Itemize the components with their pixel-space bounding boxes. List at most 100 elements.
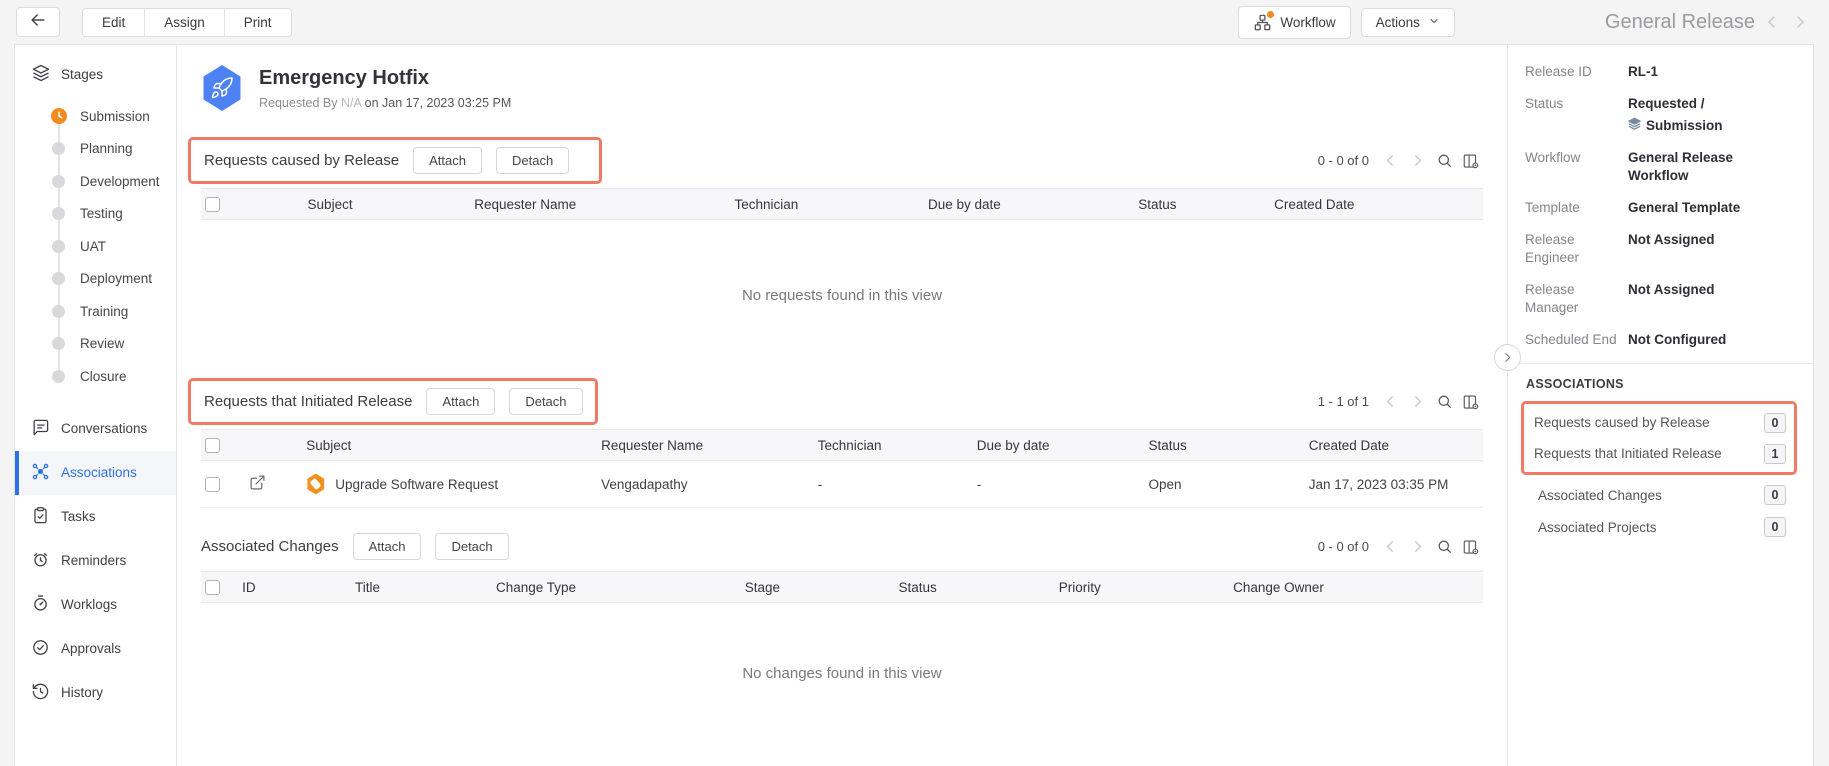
search-icon[interactable] [1434, 392, 1454, 412]
stage-item-testing[interactable]: Testing [15, 198, 176, 231]
next-page-icon[interactable] [1407, 537, 1427, 557]
sidebar-item-associations[interactable]: Associations [15, 451, 176, 495]
column-header[interactable]: Technician [730, 189, 924, 220]
section-associated-changes-header: Associated Changes Attach Detach 0 - 0 o… [201, 526, 1483, 567]
column-header[interactable]: Subject [304, 189, 471, 220]
attach-button[interactable]: Attach [413, 147, 482, 174]
attach-button[interactable]: Attach [353, 533, 422, 560]
field-workflow: Workflow General Release Workflow [1525, 149, 1797, 185]
previous-page-icon[interactable] [1380, 151, 1400, 171]
previous-page-icon[interactable] [1380, 537, 1400, 557]
request-row[interactable]: Upgrade Software Request Vengadapathy - … [201, 461, 1483, 508]
stage-item-training[interactable]: Training [15, 295, 176, 328]
sidebar-item-tasks[interactable]: Tasks [15, 495, 176, 539]
stage-item-closure[interactable]: Closure [15, 360, 176, 393]
sidebar-item-approvals[interactable]: Approvals [15, 627, 176, 671]
column-header[interactable]: Status [895, 572, 1055, 603]
attach-button[interactable]: Attach [426, 388, 495, 415]
workspace: Stages Submission Planning Development [14, 44, 1814, 766]
count-badge[interactable]: 0 [1764, 517, 1786, 537]
top-toolbar: Edit Assign Print Workflow Actions Gener… [0, 0, 1829, 44]
column-header[interactable]: Change Type [492, 572, 741, 603]
column-header[interactable]: Due by date [924, 189, 1134, 220]
detach-button[interactable]: Detach [509, 388, 582, 415]
stage-item-planning[interactable]: Planning [15, 133, 176, 166]
section-requests-caused-header: Requests caused by Release Attach Detach… [201, 137, 1483, 184]
stage-current-clock-icon [51, 108, 67, 124]
detach-button[interactable]: Detach [496, 147, 569, 174]
column-settings-icon[interactable] [1461, 392, 1481, 412]
stage-item-review[interactable]: Review [15, 328, 176, 361]
open-in-new-icon[interactable] [249, 479, 266, 494]
select-all-checkbox[interactable] [205, 580, 220, 595]
column-header[interactable]: Status [1145, 430, 1305, 461]
print-button[interactable]: Print [225, 9, 291, 36]
next-page-icon[interactable] [1407, 151, 1427, 171]
conversations-icon [31, 418, 50, 440]
pagination-range: 0 - 0 of 0 [1318, 153, 1369, 168]
requester-name-cell: Vengadapathy [597, 461, 814, 508]
sidebar-item-history[interactable]: History [15, 671, 176, 715]
status-cell: Open [1145, 461, 1305, 508]
detach-button[interactable]: Detach [435, 533, 508, 560]
column-settings-icon[interactable] [1461, 537, 1481, 557]
actions-button[interactable]: Actions [1361, 8, 1455, 37]
panel-collapse-button[interactable] [1494, 344, 1521, 371]
approvals-icon [31, 638, 50, 660]
previous-record-icon[interactable] [1761, 11, 1783, 33]
column-header[interactable]: Priority [1055, 572, 1229, 603]
request-subject-link[interactable]: Upgrade Software Request [335, 477, 498, 492]
search-icon[interactable] [1434, 537, 1454, 557]
count-badge[interactable]: 0 [1764, 485, 1786, 505]
next-record-icon[interactable] [1789, 11, 1811, 33]
sidebar-item-worklogs[interactable]: Worklogs [15, 583, 176, 627]
workflow-button[interactable]: Workflow [1238, 6, 1350, 39]
stage-pending-dot [52, 240, 65, 253]
column-settings-icon[interactable] [1461, 151, 1481, 171]
field-release-id: Release ID RL-1 [1525, 63, 1797, 81]
previous-page-icon[interactable] [1380, 392, 1400, 412]
select-all-checkbox[interactable] [205, 438, 220, 453]
column-header[interactable]: Stage [741, 572, 895, 603]
column-header[interactable]: Title [351, 572, 492, 603]
column-header[interactable]: Created Date [1305, 430, 1483, 461]
count-badge[interactable]: 0 [1764, 413, 1786, 433]
count-badge[interactable]: 1 [1764, 444, 1786, 464]
field-status: Status Requested / Submission [1525, 95, 1797, 135]
stage-item-uat[interactable]: UAT [15, 230, 176, 263]
column-header[interactable]: Change Owner [1229, 572, 1483, 603]
arrow-left-icon [28, 10, 48, 35]
stage-item-submission[interactable]: Submission [15, 100, 176, 133]
assoc-link-associated-projects[interactable]: Associated Projects 0 [1538, 511, 1786, 543]
edit-button[interactable]: Edit [83, 9, 145, 36]
record-type-title: General Release [1605, 11, 1755, 34]
stage-item-development[interactable]: Development [15, 165, 176, 198]
sidebar-item-conversations[interactable]: Conversations [15, 407, 176, 451]
column-header[interactable]: ID [238, 572, 351, 603]
stage-item-deployment[interactable]: Deployment [15, 263, 176, 296]
column-header[interactable]: Due by date [973, 430, 1145, 461]
column-header[interactable]: Requester Name [597, 430, 814, 461]
assoc-link-associated-changes[interactable]: Associated Changes 0 [1538, 479, 1786, 511]
stage-layers-icon [1628, 117, 1641, 135]
assign-button[interactable]: Assign [145, 9, 225, 36]
column-header[interactable]: Created Date [1270, 189, 1483, 220]
field-scheduled-end: Scheduled End Not Configured [1525, 331, 1797, 349]
back-button[interactable] [16, 7, 60, 37]
sidebar-item-reminders[interactable]: Reminders [15, 539, 176, 583]
search-icon[interactable] [1434, 151, 1454, 171]
assoc-link-requests-initiated[interactable]: Requests that Initiated Release 1 [1534, 438, 1786, 469]
workflow-pending-badge [1266, 10, 1275, 19]
select-all-checkbox[interactable] [205, 197, 220, 212]
column-header[interactable]: Technician [814, 430, 973, 461]
column-header[interactable]: Subject [302, 430, 597, 461]
row-checkbox[interactable] [205, 477, 220, 492]
assoc-link-requests-caused[interactable]: Requests caused by Release 0 [1534, 407, 1786, 438]
column-header[interactable]: Requester Name [470, 189, 730, 220]
next-page-icon[interactable] [1407, 392, 1427, 412]
stage-pending-dot [52, 370, 65, 383]
table-header-row: Subject Requester Name Technician Due by… [201, 189, 1483, 220]
sidebar-item-stages[interactable]: Stages [15, 55, 176, 94]
column-header[interactable]: Status [1134, 189, 1270, 220]
section-title: Associated Changes [201, 538, 339, 555]
